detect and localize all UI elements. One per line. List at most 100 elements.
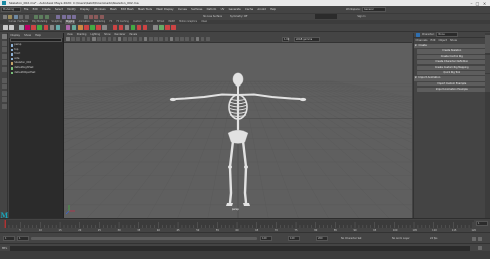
symmetry-label[interactable]: Symmetry: Off [230,15,247,18]
viewport-tool-icon[interactable] [149,37,153,41]
outliner-menu-display[interactable]: Display [11,34,21,37]
current-time-marker[interactable] [4,220,6,228]
snap-curve-icon[interactable] [61,14,66,19]
viewport-panel[interactable]: View Shading Lighting Show Renderer Panels 1.… [64,32,412,218]
menu-mesh-tools[interactable]: Mesh Tools [138,8,152,11]
scale-tool-icon[interactable] [1,66,7,72]
viewport-tool-icon[interactable] [112,37,117,41]
live-surface-label[interactable]: No Live Surface [203,15,222,18]
menu-deform[interactable]: Deform [207,8,217,11]
time-slider-track[interactable] [4,220,474,228]
rp-tab-object[interactable]: Object [439,39,447,42]
new-scene-icon[interactable] [3,14,7,19]
channel-box-tab[interactable] [485,73,490,92]
menu-surfaces[interactable]: Surfaces [191,8,202,11]
rp-button-create-control-rig[interactable]: Create Control Rig [416,54,487,60]
viewport-menu-panels[interactable]: Panels [129,33,137,36]
outliner-search-input[interactable] [9,38,62,43]
viewport-tool-icon[interactable] [117,37,122,41]
command-input[interactable] [10,245,470,251]
viewport-tool-icon[interactable] [86,37,91,41]
select-hierarchy-icon[interactable] [33,14,38,19]
redo-icon[interactable] [24,14,29,19]
viewport-tool-icon[interactable] [195,37,200,41]
save-scene-icon[interactable] [13,14,18,19]
viewport-tool-icon[interactable] [143,37,148,41]
range-end-inner-field[interactable]: 120 [260,236,272,241]
viewport-tool-icon[interactable] [190,37,195,41]
viewport-tool-icon[interactable] [164,37,169,41]
range-start-inner-field[interactable]: 1 [17,236,29,241]
time-slider[interactable]: 5 10 15 20 25 30 35 40 45 50 55 60 65 70 75 80 85 90 95 100… [0,218,490,232]
select-tool-icon[interactable] [1,34,7,39]
menu-mesh-display[interactable]: Mesh Display [156,8,173,11]
viewport-scene[interactable] [64,43,412,218]
menu-arnold[interactable]: Arnold [257,8,265,11]
quick-rig-icon[interactable] [37,25,42,30]
outliner-menu-help[interactable]: Help [35,34,41,37]
point-constraint-icon[interactable] [112,25,117,30]
menu-generate[interactable]: Generate [229,8,241,11]
paint-select-icon[interactable] [1,47,7,52]
control-curve-icon[interactable] [159,25,164,30]
orient-constraint-icon[interactable] [118,25,124,30]
viewport-tool-icon[interactable] [81,37,86,41]
menu-edit-mesh[interactable]: Edit Mesh [121,8,134,11]
anim-layer-label[interactable]: No Anim Layer [392,237,410,240]
blend-shape-icon[interactable] [102,25,107,30]
lasso-tool-icon[interactable] [1,40,7,46]
select-component-icon[interactable] [44,14,49,19]
remove-joint-icon[interactable] [71,25,77,30]
menu-windows[interactable]: Windows [94,8,106,11]
rp-tab-channels[interactable]: Channels [416,39,428,42]
menu-modify[interactable]: Modify [67,8,76,11]
history-icon[interactable] [83,14,88,19]
lattice-icon[interactable] [90,25,95,30]
parent-constraint-icon[interactable] [124,25,130,30]
script-editor-icon[interactable] [478,246,482,250]
viewport-menu-view[interactable]: View [67,33,73,36]
range-bar-handle[interactable] [31,236,257,241]
close-icon[interactable]: × [482,1,487,6]
set-driven-key-icon[interactable] [165,25,170,30]
search-field[interactable] [315,14,338,19]
viewport-tool-icon[interactable] [76,37,80,41]
mirror-joint-icon[interactable] [55,25,61,30]
graph-layout-icon[interactable] [1,97,7,102]
paint-weights-icon[interactable] [31,25,36,30]
viewport-tool-icon[interactable] [102,37,106,41]
persp-outliner-icon[interactable] [1,103,7,109]
menu-create[interactable]: Create [42,8,51,11]
viewport-tool-icon[interactable] [180,37,184,41]
viewport-tool-icon[interactable] [123,37,127,41]
color-space-select[interactable]: sRGB gamma [294,37,320,42]
auto-key-icon[interactable] [472,236,476,241]
snap-grid-icon[interactable] [56,14,61,19]
locator-icon[interactable] [153,25,158,30]
scale-constraint-icon[interactable] [130,25,136,30]
rp-button-import-animation-example[interactable]: Import Animation Example [416,87,487,92]
fps-label[interactable]: 24 fps [430,237,437,240]
menu-select[interactable]: Select [55,8,63,11]
minimize-icon[interactable]: – [469,1,474,6]
cluster-icon[interactable] [84,25,89,30]
character-set-label[interactable]: No Character Set [341,237,362,240]
viewport-tool-icon[interactable] [154,37,158,41]
maximize-icon[interactable]: □ [475,1,480,6]
viewport-tool-icon[interactable] [97,37,101,41]
menu-curves[interactable]: Curves [178,8,187,11]
section-header[interactable]: ▼ Import Animation [413,76,490,81]
viewport-tool-icon[interactable] [71,37,75,41]
viewport-tool-icon[interactable] [91,37,96,41]
menu-cache[interactable]: Cache [245,8,253,11]
outliner-item[interactable]: defaultObjectSet [9,71,63,76]
pole-vector-icon[interactable] [142,25,148,30]
viewport-tool-icon[interactable] [128,37,132,41]
menu-file[interactable]: File [24,8,28,11]
rp-button-create-character-definition[interactable]: Create Character Definition [416,60,487,65]
viewport-tool-icon[interactable] [206,37,210,41]
menu-help[interactable]: Help [270,8,276,11]
section-header[interactable]: ▼ Create [413,43,490,49]
viewport-tool-icon[interactable] [200,37,205,41]
rp-button-import-custom-example[interactable]: Import Custom Example [416,82,487,87]
